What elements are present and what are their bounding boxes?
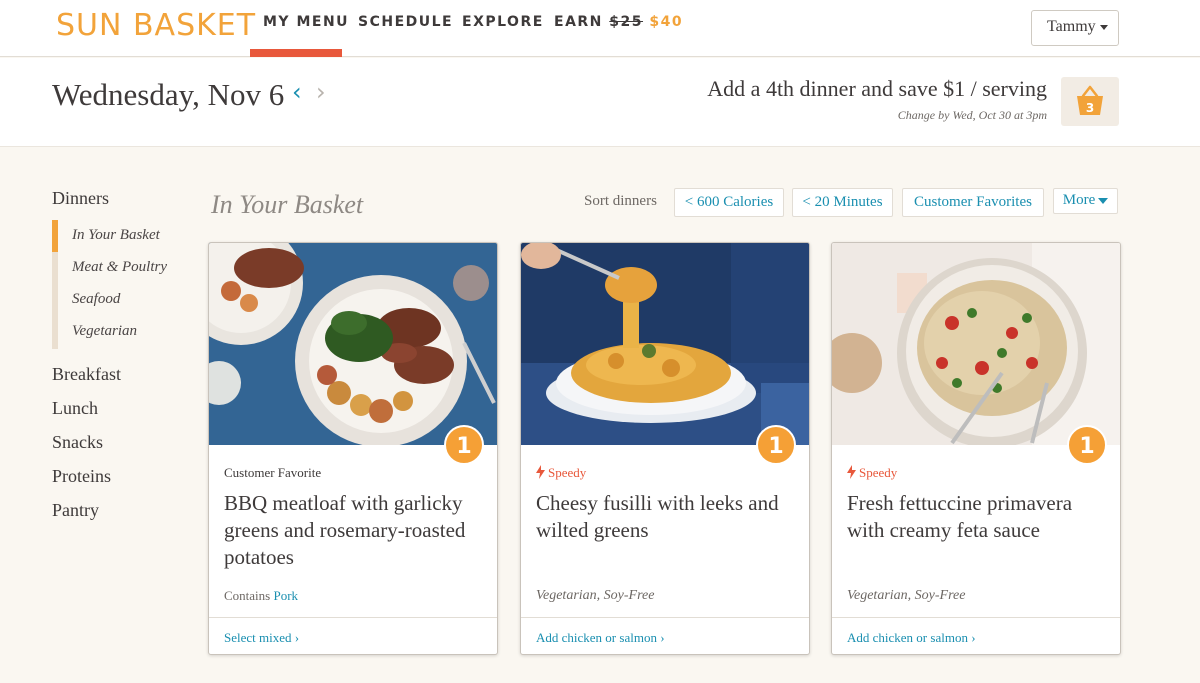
- chevron-right-icon[interactable]: ›: [316, 78, 326, 106]
- sidebar-item-lunch[interactable]: Lunch: [52, 398, 98, 419]
- recipe-title[interactable]: Cheesy fusilli with leeks and wilted gre…: [536, 490, 801, 544]
- speedy-tag: Speedy: [847, 465, 897, 481]
- basket-icon: 3: [1077, 85, 1103, 115]
- sidebar-item-meat-poultry[interactable]: Meat & Poultry: [72, 259, 167, 276]
- sidebar-item-pantry[interactable]: Pantry: [52, 500, 99, 521]
- submenu-active-indicator: [52, 220, 58, 252]
- allergen-link[interactable]: Pork: [273, 588, 298, 603]
- recipe-card[interactable]: 1 Speedy Fresh fettuccine primavera with…: [831, 242, 1121, 655]
- sidebar-item-snacks[interactable]: Snacks: [52, 432, 103, 453]
- diet-info: Vegetarian, Soy-Free: [847, 588, 966, 603]
- add-protein-link[interactable]: Add chicken or salmon ›: [536, 630, 665, 646]
- recipe-photo: [832, 243, 1120, 445]
- card-footer: Add chicken or salmon ›: [521, 617, 809, 655]
- sidebar-item-vegetarian[interactable]: Vegetarian: [72, 323, 137, 340]
- speedy-label: Speedy: [859, 465, 898, 480]
- top-nav: SUN BASKET MY MENU SCHEDULE EXPLORE EARN…: [0, 0, 1200, 57]
- earn-old-amount: $25: [609, 14, 644, 30]
- recipe-title[interactable]: BBQ meatloaf with garlicky greens and ro…: [224, 490, 489, 571]
- sort-calories-button[interactable]: < 600 Calories: [674, 188, 784, 217]
- sidebar-item-proteins[interactable]: Proteins: [52, 466, 111, 487]
- recipe-tag: Customer Favorite: [224, 465, 322, 480]
- recipe-photo: [521, 243, 809, 445]
- recipe-contains: Contains Pork: [224, 588, 298, 604]
- sidebar-item-dinners[interactable]: Dinners: [52, 188, 109, 209]
- promo-text: Add a 4th dinner and save $1 / serving: [707, 76, 1047, 101]
- caret-down-icon: [1099, 24, 1108, 30]
- sort-minutes-button[interactable]: < 20 Minutes: [792, 188, 893, 217]
- recipe-card[interactable]: 1 Speedy Cheesy fusilli with leeks and w…: [520, 242, 810, 655]
- earn-new-amount: $40: [649, 14, 684, 30]
- basket-count: 3: [1086, 101, 1094, 115]
- week-header: Wednesday, Nov 6 ‹ › Add a 4th dinner an…: [0, 58, 1200, 147]
- contains-label: Contains: [224, 588, 271, 603]
- sort-more-button[interactable]: More: [1053, 188, 1118, 214]
- speedy-tag: Speedy: [536, 465, 586, 481]
- quantity-badge[interactable]: 1: [1067, 425, 1107, 465]
- recipe-card[interactable]: 1 Customer Favorite BBQ meatloaf with ga…: [208, 242, 498, 655]
- sun-basket-logo[interactable]: SUN BASKET: [56, 8, 256, 43]
- nav-explore[interactable]: EXPLORE: [462, 14, 544, 30]
- lightning-bolt-icon: [536, 465, 545, 479]
- speedy-label: Speedy: [548, 465, 587, 480]
- earn-label: EARN: [554, 14, 603, 30]
- select-mixed-link[interactable]: Select mixed ›: [224, 630, 299, 646]
- quantity-badge[interactable]: 1: [444, 425, 484, 465]
- delivery-date: Wednesday, Nov 6: [52, 77, 285, 112]
- sort-favorites-button[interactable]: Customer Favorites: [902, 188, 1044, 217]
- card-footer: Add chicken or salmon ›: [832, 617, 1120, 655]
- recipe-title[interactable]: Fresh fettuccine primavera with creamy f…: [847, 490, 1112, 544]
- nav-active-indicator: [250, 49, 342, 57]
- user-menu-button[interactable]: Tammy: [1031, 10, 1119, 46]
- chevron-left-icon[interactable]: ‹: [292, 78, 302, 106]
- sidebar-item-in-your-basket[interactable]: In Your Basket: [72, 227, 160, 244]
- more-label: More: [1062, 192, 1096, 208]
- quantity-badge[interactable]: 1: [756, 425, 796, 465]
- nav-schedule[interactable]: SCHEDULE: [358, 14, 453, 30]
- sidebar-item-seafood[interactable]: Seafood: [72, 291, 120, 308]
- promo-deadline: Change by Wed, Oct 30 at 3pm: [897, 108, 1047, 122]
- nav-earn[interactable]: EARN $25 $40: [554, 14, 683, 30]
- add-protein-link[interactable]: Add chicken or salmon ›: [847, 630, 976, 646]
- sort-label: Sort dinners: [584, 193, 657, 209]
- user-name: Tammy: [1047, 18, 1096, 35]
- sidebar-item-breakfast[interactable]: Breakfast: [52, 364, 121, 385]
- caret-down-icon: [1098, 197, 1109, 204]
- lightning-bolt-icon: [847, 465, 856, 479]
- nav-my-menu[interactable]: MY MENU: [263, 14, 349, 30]
- diet-info: Vegetarian, Soy-Free: [536, 588, 655, 603]
- section-title: In Your Basket: [211, 190, 364, 219]
- recipe-photo: [209, 243, 497, 445]
- card-footer: Select mixed ›: [209, 617, 497, 655]
- basket-button[interactable]: 3: [1061, 77, 1119, 126]
